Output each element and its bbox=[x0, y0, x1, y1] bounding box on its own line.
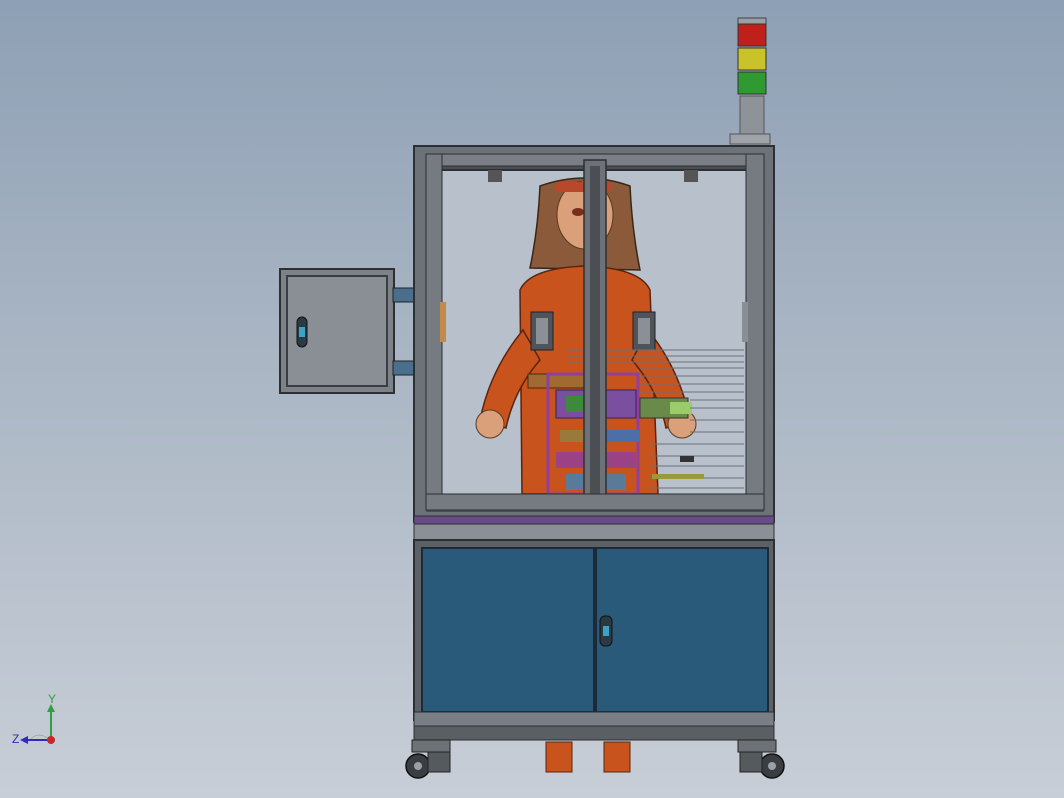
machine-3d-model[interactable] bbox=[0, 0, 1064, 798]
box-hinge bbox=[392, 287, 416, 303]
cabinet-door-right[interactable] bbox=[595, 547, 769, 713]
operator-feet bbox=[545, 741, 631, 773]
view-orientation-triad[interactable]: Y Z bbox=[8, 692, 78, 760]
stack-light-green bbox=[737, 71, 767, 95]
triad-y-label: Y bbox=[48, 692, 57, 706]
electrical-box[interactable] bbox=[279, 268, 416, 394]
stack-light-tower[interactable] bbox=[729, 17, 771, 145]
caster-left bbox=[405, 739, 451, 779]
triad-axes-icon bbox=[20, 704, 55, 744]
caster-right bbox=[737, 739, 785, 779]
stack-light-red bbox=[737, 23, 767, 47]
triad-z-label: Z bbox=[12, 732, 20, 746]
cad-viewport[interactable]: Y Z bbox=[0, 0, 1064, 798]
box-hinge bbox=[392, 360, 416, 376]
stack-light-yellow bbox=[737, 47, 767, 71]
cabinet-door-left[interactable] bbox=[421, 547, 595, 713]
table-top bbox=[413, 515, 775, 525]
lower-cabinet[interactable] bbox=[413, 539, 775, 741]
